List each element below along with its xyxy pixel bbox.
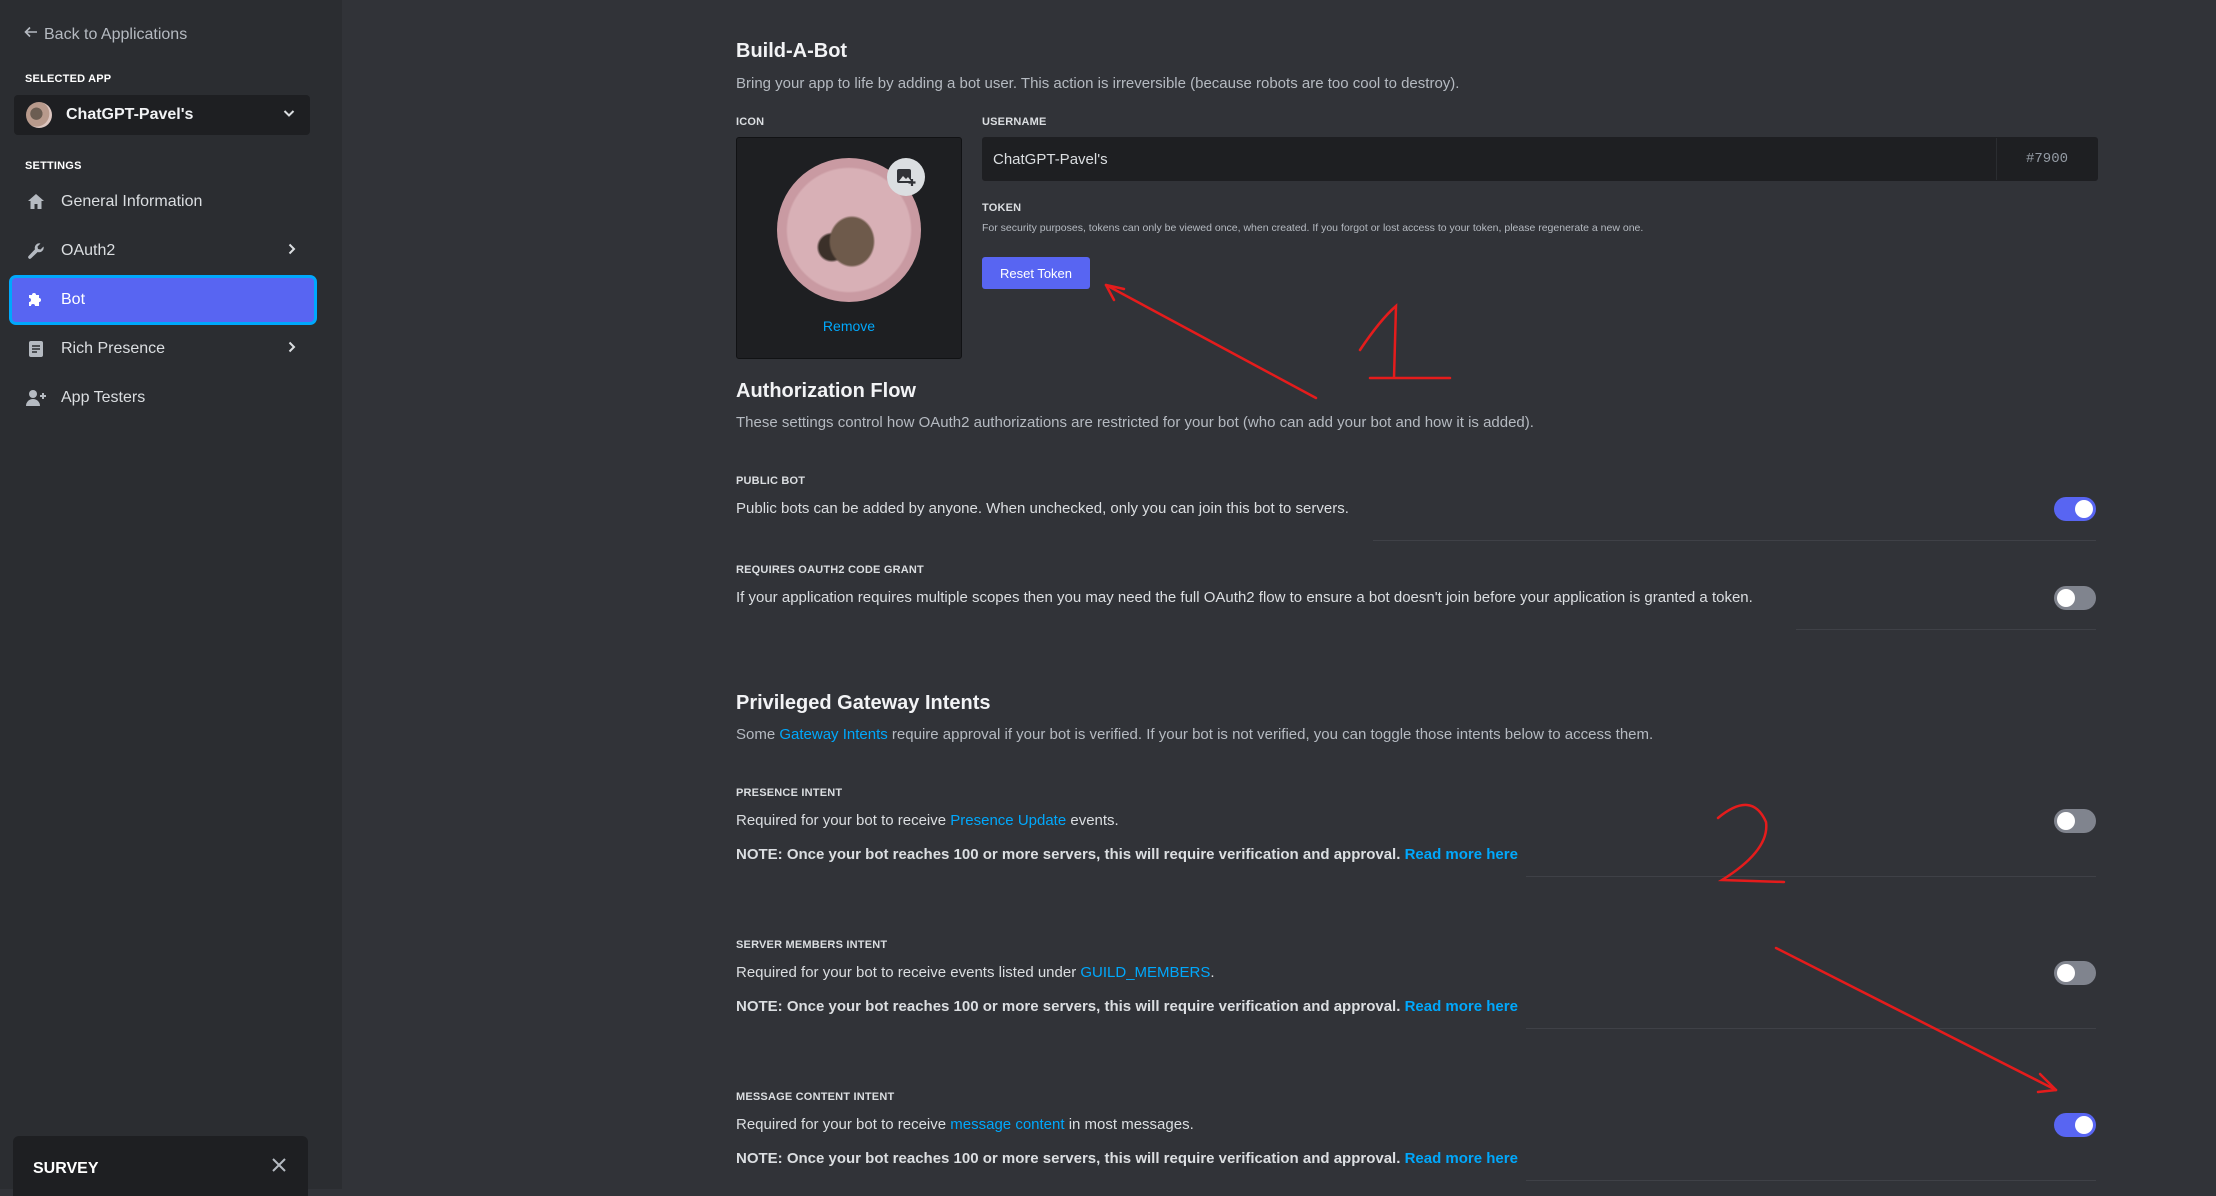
presence-intent-note: NOTE: Once your bot reaches 100 or more … [736, 846, 1518, 863]
sidebar-item-oauth2[interactable]: OAuth2 [12, 229, 314, 273]
token-label: TOKEN [982, 202, 1022, 214]
gateway-intents-link[interactable]: Gateway Intents [779, 726, 887, 743]
toggle-knob [2057, 812, 2075, 830]
authorization-flow-title: Authorization Flow [736, 380, 916, 402]
divider [1526, 1028, 2096, 1029]
presence-update-link[interactable]: Presence Update [950, 812, 1066, 829]
intents-desc-post: require approval if your bot is verified… [887, 726, 1654, 743]
survey-panel: SURVEY [13, 1136, 308, 1196]
app-selector[interactable]: ChatGPT-Pavel's [14, 95, 310, 135]
build-a-bot-title: Build-A-Bot [736, 40, 848, 62]
icon-label: ICON [736, 116, 765, 128]
message-desc-pre: Required for your bot to receive [736, 1116, 951, 1133]
remove-icon-link[interactable]: Remove [737, 318, 961, 334]
image-add-icon[interactable] [887, 158, 925, 196]
puzzle-icon [25, 289, 47, 311]
divider [1796, 629, 2096, 630]
message-content-intent-note: NOTE: Once your bot reaches 100 or more … [736, 1150, 1518, 1167]
toggle-knob [2057, 964, 2075, 982]
divider [1526, 876, 2096, 877]
token-note: For security purposes, tokens can only b… [982, 222, 1644, 234]
annotation-arrowhead-2 [2036, 1072, 2058, 1094]
guild-members-link[interactable]: GUILD_MEMBERS [1080, 964, 1210, 981]
note-text: NOTE: Once your bot reaches 100 or more … [736, 846, 1405, 863]
annotation-arrow-1 [1104, 283, 1318, 400]
close-icon[interactable] [268, 1154, 290, 1176]
chevron-right-icon [286, 242, 298, 261]
read-more-link[interactable]: Read more here [1405, 846, 1518, 863]
presence-intent-toggle[interactable] [2054, 809, 2096, 833]
presence-intent-label: PRESENCE INTENT [736, 787, 843, 799]
sidebar-item-app-testers[interactable]: App Testers [12, 376, 314, 420]
public-bot-label: PUBLIC BOT [736, 475, 806, 487]
sidebar-item-bot[interactable]: Bot [12, 278, 314, 322]
chevron-down-icon [282, 106, 296, 124]
annotation-arrow-2 [1774, 946, 2058, 1092]
document-icon [25, 338, 47, 360]
username-input[interactable] [983, 138, 1996, 180]
wrench-icon [25, 240, 47, 262]
home-icon [25, 191, 47, 213]
toggle-knob [2057, 589, 2075, 607]
public-bot-description: Public bots can be added by anyone. When… [736, 500, 1349, 517]
code-grant-description: If your application requires multiple sc… [736, 589, 1753, 606]
toggle-knob [2075, 1116, 2093, 1134]
app-name: ChatGPT-Pavel's [66, 106, 194, 123]
members-desc-post: . [1210, 964, 1215, 981]
message-content-intent-label: MESSAGE CONTENT INTENT [736, 1091, 895, 1103]
read-more-link[interactable]: Read more here [1405, 1150, 1518, 1167]
sidebar-item-rich-presence[interactable]: Rich Presence [12, 327, 314, 371]
divider [1373, 540, 2096, 541]
settings-label: SETTINGS [25, 160, 82, 172]
user-add-icon [25, 387, 47, 409]
presence-desc-post: events. [1066, 812, 1119, 829]
back-to-applications-link[interactable]: Back to Applications [24, 25, 187, 44]
sidebar-item-label: Rich Presence [61, 340, 166, 357]
message-content-link[interactable]: message content [950, 1116, 1064, 1133]
server-members-intent-label: SERVER MEMBERS INTENT [736, 939, 888, 951]
sidebar-item-label: App Testers [61, 389, 146, 406]
back-label: Back to Applications [44, 25, 188, 43]
annotation-number-1 [1358, 303, 1452, 380]
code-grant-label: REQUIRES OAUTH2 CODE GRANT [736, 564, 924, 576]
presence-desc-pre: Required for your bot to receive [736, 812, 951, 829]
selected-app-label: SELECTED APP [25, 73, 112, 85]
sidebar-item-label: OAuth2 [61, 242, 116, 259]
arrow-left-icon [24, 25, 38, 44]
intents-title: Privileged Gateway Intents [736, 692, 991, 714]
annotation-arrowhead-1 [1104, 283, 1126, 302]
authorization-flow-description: These settings control how OAuth2 author… [736, 414, 1534, 431]
presence-intent-description: Required for your bot to receive Presenc… [736, 812, 1119, 829]
sidebar: Back to Applications SELECTED APP ChatGP… [0, 0, 342, 1196]
server-members-intent-description: Required for your bot to receive events … [736, 964, 1215, 981]
message-content-intent-toggle[interactable] [2054, 1113, 2096, 1137]
build-a-bot-description: Bring your app to life by adding a bot u… [736, 75, 1460, 92]
sidebar-item-label: Bot [61, 291, 86, 308]
username-label: USERNAME [982, 116, 1047, 128]
note-text: NOTE: Once your bot reaches 100 or more … [736, 998, 1405, 1015]
members-desc-pre: Required for your bot to receive events … [736, 964, 1081, 981]
chevron-right-icon [286, 340, 298, 359]
message-content-intent-description: Required for your bot to receive message… [736, 1116, 1194, 1133]
bot-icon-uploader[interactable]: Remove [736, 137, 962, 359]
code-grant-toggle[interactable] [2054, 586, 2096, 610]
message-desc-post: in most messages. [1064, 1116, 1194, 1133]
annotation-number-2 [1716, 803, 1786, 884]
reset-token-button[interactable]: Reset Token [982, 257, 1090, 289]
app-avatar [26, 102, 52, 128]
server-members-intent-note: NOTE: Once your bot reaches 100 or more … [736, 998, 1518, 1015]
discriminator: #7900 [1996, 138, 2097, 180]
public-bot-toggle[interactable] [2054, 497, 2096, 521]
intents-description: Some Gateway Intents require approval if… [736, 726, 1653, 743]
intents-desc-pre: Some [736, 726, 780, 743]
read-more-link[interactable]: Read more here [1405, 998, 1518, 1015]
toggle-knob [2075, 500, 2093, 518]
note-text: NOTE: Once your bot reaches 100 or more … [736, 1150, 1405, 1167]
survey-title: SURVEY [33, 1160, 99, 1177]
sidebar-item-general-information[interactable]: General Information [12, 180, 314, 224]
divider [1526, 1180, 2096, 1181]
server-members-intent-toggle[interactable] [2054, 961, 2096, 985]
username-field[interactable]: #7900 [982, 137, 2098, 181]
sidebar-item-label: General Information [61, 193, 203, 210]
